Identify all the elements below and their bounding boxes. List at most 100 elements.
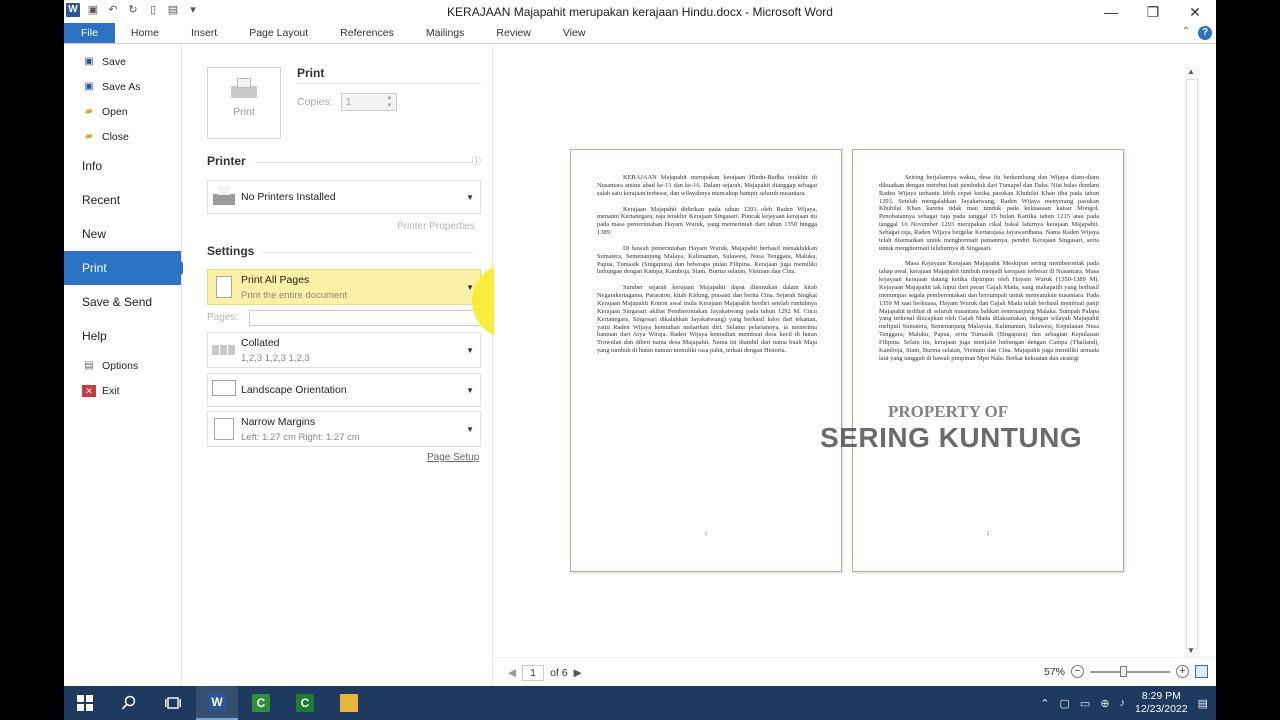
start-button[interactable]	[64, 686, 106, 720]
system-tray: ⌃ ▢ ▭ ⊕ ♪ 8:29 PM 12/23/2022 ▤	[1040, 686, 1216, 720]
window-title: KERAJAAN Majapahit merupakan kerajaan Hi…	[447, 5, 833, 19]
printer-properties-link[interactable]: Printer Properties	[397, 221, 475, 232]
zoom-slider-knob[interactable]	[1120, 665, 1127, 677]
help-icon[interactable]: ?	[1198, 26, 1212, 40]
page1-paragraph: Sumber sejarah kerajaan Majapahit dapat …	[597, 284, 817, 355]
tab-file[interactable]: File	[64, 23, 115, 43]
ribbon-collapse-icon[interactable]: ⌃	[1182, 26, 1190, 40]
nav-close[interactable]: ▰ Close	[64, 124, 181, 149]
zoom-level[interactable]: 57%	[1044, 666, 1065, 678]
zoom-out-icon[interactable]: −	[1071, 665, 1084, 678]
current-page-input[interactable]: 1	[522, 665, 545, 681]
margins-icon	[214, 418, 234, 440]
copies-input[interactable]: 1	[340, 93, 397, 111]
tray-chevron-icon[interactable]: ⌃	[1040, 697, 1049, 710]
close-button[interactable]: ✕	[1174, 0, 1216, 24]
nav-open-label: Open	[102, 105, 128, 118]
preview-scrollbar[interactable]: ▲ ▼	[1184, 65, 1200, 657]
nav-save-as[interactable]: ▣ Save As	[64, 74, 181, 99]
orientation-dropdown[interactable]: Landscape Orientation ▼	[207, 373, 481, 407]
taskbar-file-explorer[interactable]	[328, 686, 370, 720]
scroll-up-icon[interactable]: ▲	[1187, 67, 1195, 76]
nav-save[interactable]: ▣ Save	[64, 49, 181, 74]
nav-recent[interactable]: Recent	[64, 183, 181, 217]
page-navigator: ◀ 1 of 6 ▶	[508, 665, 582, 681]
tab-references[interactable]: References	[324, 23, 410, 43]
nav-info[interactable]: Info	[64, 149, 181, 183]
tab-page-layout[interactable]: Page Layout	[233, 23, 324, 43]
info-icon[interactable]: ⓘ	[472, 154, 481, 167]
volume-icon[interactable]: ♪	[1120, 697, 1126, 709]
margins-dropdown[interactable]: Narrow Margins Left: 1.27 cm Right: 1.27…	[207, 411, 481, 447]
folder-icon	[340, 694, 358, 712]
nav-options[interactable]: ▤ Options	[64, 353, 181, 378]
taskbar-camtasia-2[interactable]: C	[284, 686, 326, 720]
notifications-icon[interactable]: ▤	[1198, 697, 1208, 710]
page2-paragraph: Masa Kejayaan Kerajaan Majapahit Meskipu…	[879, 260, 1099, 362]
next-page-icon[interactable]: ▶	[574, 667, 582, 679]
tab-insert[interactable]: Insert	[175, 23, 233, 43]
minimize-button[interactable]: —	[1090, 0, 1132, 24]
print-button[interactable]: Print	[207, 67, 281, 139]
tab-mailings[interactable]: Mailings	[410, 23, 481, 43]
preview-footer: ◀ 1 of 6 ▶ 57% − +	[494, 657, 1216, 686]
collate-dropdown[interactable]: Collated 1,2,3 1,2,3 1,2,3 ▼	[207, 332, 481, 368]
maximize-button[interactable]: ❐	[1132, 0, 1174, 24]
title-bar: W ▣ ↶ ↻ ▯ ▤ ▾ KERAJAAN Majapahit merupak…	[64, 0, 1216, 24]
preview-page-1: KERAJAAN Majapahit merupakan kerajaan Hi…	[570, 149, 842, 572]
clock-time: 8:29 PM	[1141, 690, 1181, 702]
windows-logo-icon	[77, 695, 93, 711]
nav-exit[interactable]: ✕ Exit	[64, 378, 181, 403]
collate-icon	[212, 339, 236, 361]
nav-new[interactable]: New	[64, 217, 181, 251]
nav-open[interactable]: ▰ Open	[64, 99, 181, 124]
tab-view[interactable]: View	[547, 23, 602, 43]
printer-icon	[212, 186, 236, 208]
copies-label: Copies:	[297, 96, 333, 108]
nav-help[interactable]: Help	[64, 319, 181, 353]
scrollbar-thumb[interactable]	[1186, 79, 1198, 649]
battery-icon[interactable]: ▭	[1080, 697, 1090, 710]
nav-save-send[interactable]: Save & Send	[64, 285, 181, 319]
zoom-in-icon[interactable]: +	[1176, 665, 1189, 678]
network-icon[interactable]: ⊕	[1100, 697, 1109, 710]
scroll-down-icon[interactable]: ▼	[1187, 646, 1195, 655]
page1-paragraph: Kerajaan Majapahit didirikan pada tahun …	[597, 205, 817, 237]
copies-control: Copies: 1	[297, 93, 397, 111]
margins-title: Narrow Margins	[241, 416, 316, 428]
zoom-slider[interactable]	[1090, 665, 1170, 677]
nav-print[interactable]: Print	[64, 251, 188, 285]
tab-home[interactable]: Home	[115, 23, 175, 43]
save-as-icon: ▣	[84, 80, 94, 92]
print-range-subtitle: Print the entire document	[241, 290, 348, 301]
search-button[interactable]	[108, 686, 150, 720]
zoom-to-page-icon[interactable]	[1195, 665, 1208, 678]
page1-paragraph: KERAJAAN Majapahit merupakan kerajaan Hi…	[597, 174, 817, 197]
previous-page-icon[interactable]: ◀	[508, 667, 516, 679]
printer-dropdown[interactable]: No Printers Installed ▼	[207, 180, 481, 214]
page2-paragraph: Seiring berjalannya waktu, desa itu berk…	[879, 174, 1099, 252]
clock[interactable]: 8:29 PM 12/23/2022	[1135, 690, 1188, 716]
nav-save-label: Save	[102, 55, 126, 68]
tray-app-icon[interactable]: ▢	[1060, 697, 1070, 710]
taskbar-camtasia-1[interactable]: C	[240, 686, 282, 720]
pages-label: Pages:	[207, 312, 239, 323]
backstage-nav: ▣ Save ▣ Save As ▰ Open ▰ Close Info Recent …	[64, 45, 188, 686]
print-range-dropdown[interactable]: Print All Pages Print the entire documen…	[207, 269, 481, 305]
task-view-button[interactable]	[152, 686, 194, 720]
taskbar-word[interactable]: W	[196, 686, 238, 720]
orientation-value: Landscape Orientation	[241, 384, 347, 396]
print-preview: KERAJAAN Majapahit merupakan kerajaan Hi…	[494, 45, 1200, 657]
printer-heading: Printer	[207, 154, 246, 168]
page-count: of 6	[550, 667, 568, 679]
nav-options-label: Options	[102, 359, 139, 372]
camtasia-recorder-icon: C	[296, 694, 314, 712]
page-setup-link[interactable]: Page Setup	[427, 452, 479, 463]
close-document-icon: ▰	[85, 130, 93, 142]
print-settings-panel: Print Print Copies: 1 Printer ⓘ No Print…	[183, 45, 493, 686]
nav-save-as-label: Save As	[102, 80, 141, 93]
pages-input[interactable]	[249, 310, 481, 326]
search-icon	[121, 695, 136, 710]
tab-review[interactable]: Review	[480, 23, 546, 43]
print-heading: Print	[297, 66, 325, 80]
